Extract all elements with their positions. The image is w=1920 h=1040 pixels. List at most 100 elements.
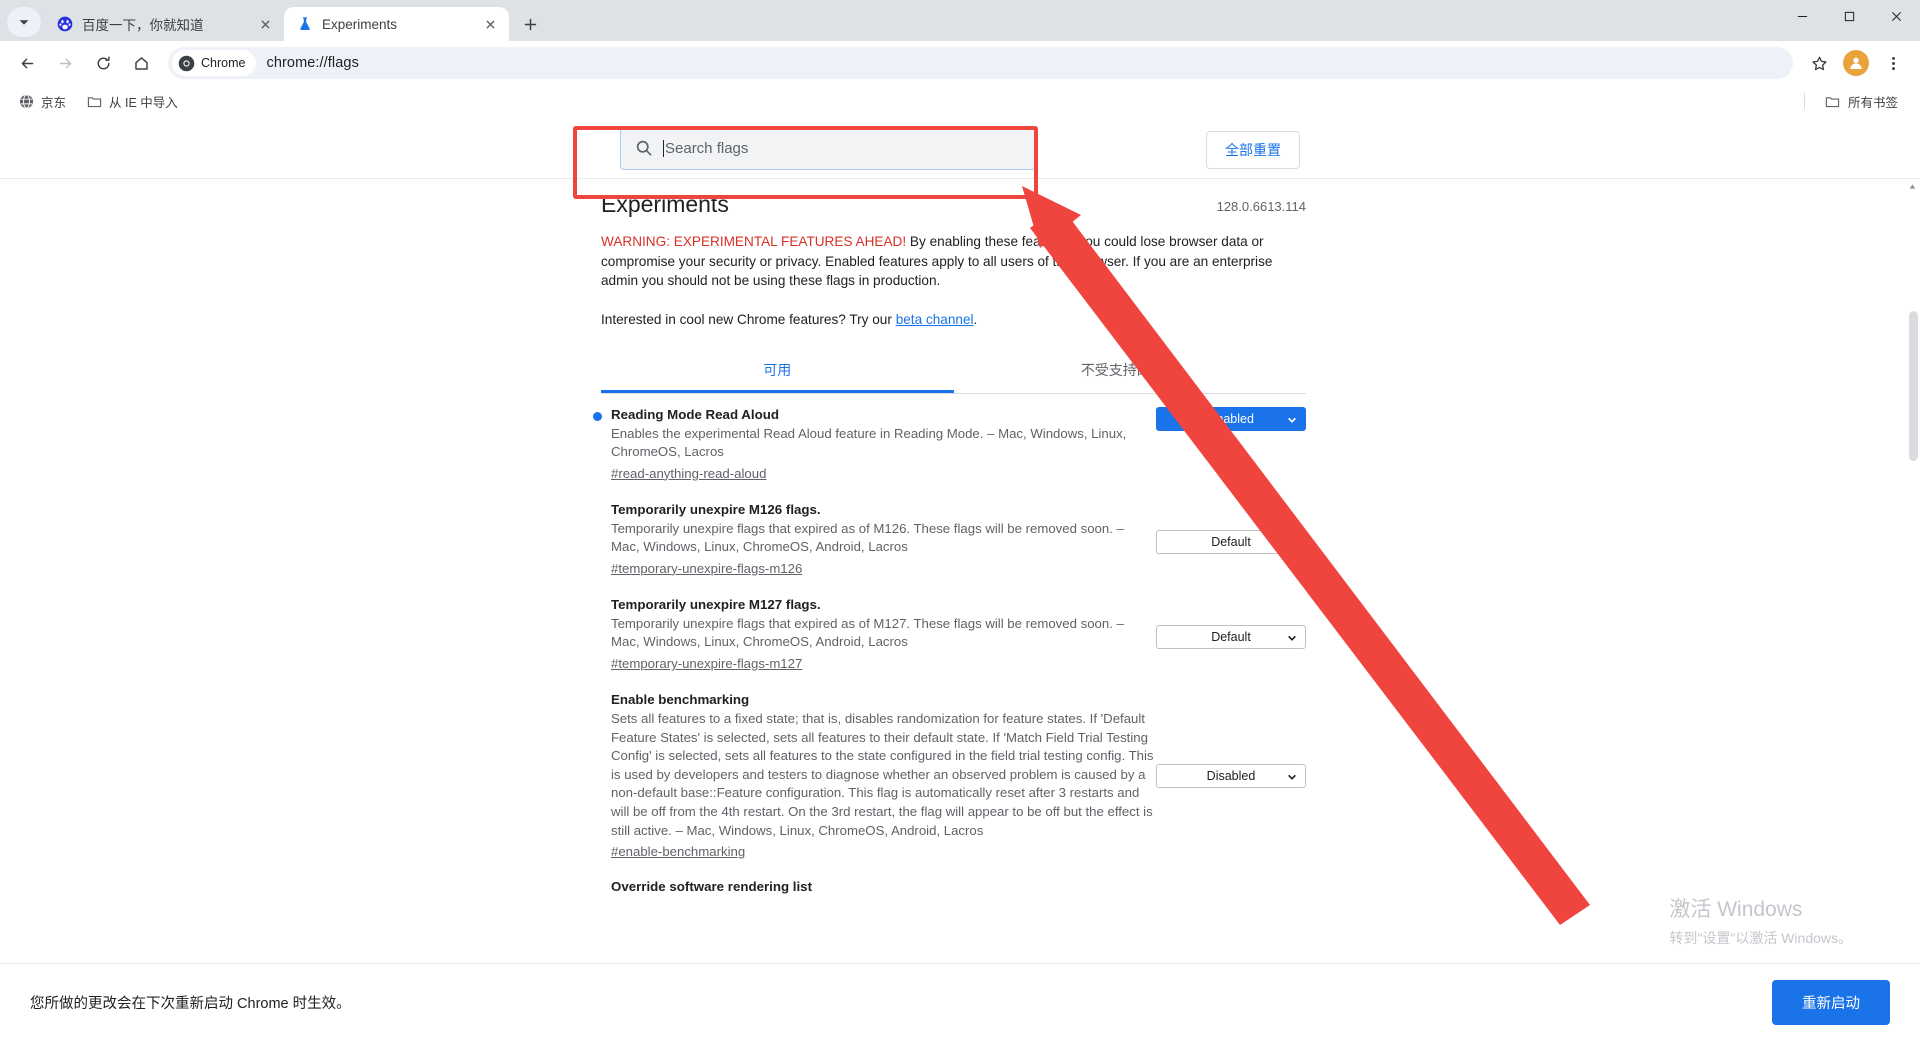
tab-title: 百度一下，你就知道 xyxy=(82,18,204,33)
flag-state-select[interactable]: Default xyxy=(1156,624,1306,649)
beta-channel-line: Interested in cool new Chrome features? … xyxy=(601,312,1306,327)
flag-permalink[interactable]: #enable-benchmarking xyxy=(611,844,1156,859)
flag-control: Default xyxy=(1156,597,1306,671)
scroll-up-arrow-icon[interactable] xyxy=(1905,179,1920,194)
flag-description: Temporarily unexpire flags that expired … xyxy=(611,615,1124,650)
window-controls xyxy=(1779,0,1920,41)
modified-dot-icon xyxy=(593,411,602,421)
flag-info: Override software rendering list xyxy=(601,879,1156,894)
watermark-line1: 激活 Windows xyxy=(1669,898,1803,921)
experiments-header: Experiments 128.0.6613.114 xyxy=(601,191,1306,218)
tab-title: Experiments xyxy=(322,16,398,32)
scrollbar-thumb[interactable] xyxy=(1909,311,1918,461)
toolbar-right-actions xyxy=(1800,46,1912,80)
back-icon[interactable] xyxy=(10,46,44,80)
chrome-chip: Chrome xyxy=(172,50,257,76)
flag-permalink[interactable]: #read-anything-read-aloud xyxy=(611,466,1156,481)
restart-message: 您所做的更改会在下次重新启动 Chrome 时生效。 xyxy=(30,995,351,1012)
windows-activation-watermark: 激活 Windows 转到"设置"以激活 Windows。 xyxy=(1669,893,1852,948)
close-icon[interactable] xyxy=(256,15,274,33)
flag-description: Temporarily unexpire flags that expired … xyxy=(611,520,1124,555)
flag-state-select[interactable]: Default xyxy=(1156,529,1306,554)
flag-info: Temporarily unexpire M127 flags. Tempora… xyxy=(601,597,1156,671)
restart-button[interactable]: 重新启动 xyxy=(1772,980,1890,1025)
flag-state-value: Enabled xyxy=(1208,411,1254,426)
bookmark-label: 从 IE 中导入 xyxy=(109,95,178,110)
flag-state-select[interactable]: Enabled xyxy=(1156,406,1306,431)
flag-info: Enable benchmarking Sets all features to… xyxy=(601,692,1156,859)
divider xyxy=(1803,93,1805,109)
flag-row: Temporarily unexpire M126 flags. Tempora… xyxy=(601,489,1306,584)
chevron-down-icon xyxy=(1287,771,1297,781)
flag-info: Reading Mode Read Aloud Enables the expe… xyxy=(593,406,1156,481)
globe-icon xyxy=(18,93,34,109)
reset-all-button[interactable]: 全部重置 xyxy=(1206,131,1300,169)
flag-title-text: Reading Mode Read Aloud xyxy=(611,406,779,422)
chevron-down-icon xyxy=(1287,632,1297,642)
bookmark-label: 京东 xyxy=(41,95,67,110)
flag-title: Temporarily unexpire M126 flags. xyxy=(611,502,1156,517)
reload-icon[interactable] xyxy=(86,46,120,80)
chrome-chip-label: Chrome xyxy=(201,56,246,70)
flag-control: Disabled xyxy=(1156,692,1306,859)
flag-title: Enable benchmarking xyxy=(611,692,1156,707)
beta-channel-link[interactable]: beta channel xyxy=(896,312,974,327)
restart-footer: 您所做的更改会在下次重新启动 Chrome 时生效。 重新启动 xyxy=(0,963,1920,1040)
tab-search-icon[interactable] xyxy=(7,7,41,37)
flag-row: Override software rendering list xyxy=(601,867,1306,902)
browser-toolbar: Chrome chrome://flags xyxy=(0,41,1920,85)
warning-strong: WARNING: EXPERIMENTAL FEATURES AHEAD! xyxy=(601,234,907,249)
flag-title: Override software rendering list xyxy=(611,879,1156,894)
flag-info: Temporarily unexpire M126 flags. Tempora… xyxy=(601,502,1156,576)
flag-title: Temporarily unexpire M127 flags. xyxy=(611,597,1156,612)
close-icon[interactable] xyxy=(481,15,499,33)
search-placeholder: Search flags xyxy=(665,139,749,157)
flag-permalink[interactable]: #temporary-unexpire-flags-m126 xyxy=(611,561,1156,576)
page-title: Experiments xyxy=(601,191,729,217)
tab-experiments[interactable]: Experiments xyxy=(284,7,509,41)
page-scrollbar[interactable] xyxy=(1905,179,1920,1040)
flag-description: Enables the experimental Read Aloud feat… xyxy=(611,425,1127,460)
flag-control: Default xyxy=(1156,502,1306,576)
flag-description: Sets all features to a fixed state; that… xyxy=(611,711,1154,838)
address-bar[interactable]: Chrome chrome://flags xyxy=(168,47,1793,79)
flag-title-text: Temporarily unexpire M127 flags. xyxy=(611,596,821,612)
browser-window: 百度一下，你就知道 Experiments Chrome chrome://fl… xyxy=(0,0,1920,1040)
search-input[interactable]: Search flags xyxy=(620,126,1036,170)
forward-icon[interactable] xyxy=(48,46,82,80)
bookmark-jingdong[interactable]: 京东 xyxy=(10,88,74,115)
baidu-favicon xyxy=(56,16,73,33)
tab-baidu[interactable]: 百度一下，你就知道 xyxy=(44,7,284,41)
tab-available[interactable]: 可用 xyxy=(601,349,954,393)
bookmark-folder-ie-import[interactable]: 从 IE 中导入 xyxy=(78,88,186,115)
three-dot-menu-icon[interactable] xyxy=(1876,46,1910,80)
chrome-flags-favicon xyxy=(296,16,313,33)
star-icon[interactable] xyxy=(1802,46,1836,80)
maximize-button[interactable] xyxy=(1826,0,1873,33)
flags-column: Experiments 128.0.6613.114 WARNING: EXPE… xyxy=(593,191,1306,902)
all-bookmarks-button[interactable]: 所有书签 xyxy=(1817,88,1906,115)
folder-icon xyxy=(86,93,102,109)
flag-title-text: Enable benchmarking xyxy=(611,692,750,708)
all-bookmarks-label: 所有书签 xyxy=(1847,95,1898,110)
text-caret xyxy=(663,139,664,157)
flags-tabs: 可用 不受支持的实验 xyxy=(601,349,1306,394)
search-icon xyxy=(636,140,652,156)
flag-title-text: Override software rendering list xyxy=(611,879,812,895)
flag-control: Enabled xyxy=(1156,406,1306,481)
flag-row: Reading Mode Read Aloud Enables the expe… xyxy=(593,394,1306,489)
minimize-button[interactable] xyxy=(1779,0,1826,33)
home-icon[interactable] xyxy=(124,46,158,80)
beta-suffix: . xyxy=(973,311,978,327)
new-tab-button[interactable] xyxy=(513,7,547,41)
profile-avatar[interactable] xyxy=(1843,50,1869,76)
chevron-down-icon xyxy=(1287,414,1297,424)
flag-permalink[interactable]: #temporary-unexpire-flags-m127 xyxy=(611,656,1156,671)
flags-search-bar: Search flags 全部重置 xyxy=(0,117,1920,179)
flag-state-value: Disabled xyxy=(1206,768,1256,783)
folder-icon xyxy=(1825,93,1841,109)
tab-unsupported[interactable]: 不受支持的实验 xyxy=(954,349,1307,393)
flag-title-text: Temporarily unexpire M126 flags. xyxy=(611,501,821,517)
flag-state-select[interactable]: Disabled xyxy=(1156,763,1306,788)
close-button[interactable] xyxy=(1873,0,1920,33)
